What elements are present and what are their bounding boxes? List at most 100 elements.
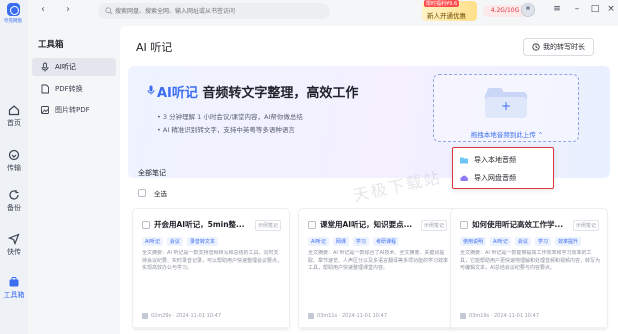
drop-zone-label[interactable]: 拖拽本地音频到此上传 ⌃ xyxy=(434,129,580,139)
microphone-icon xyxy=(147,85,155,95)
close-button[interactable]: × xyxy=(606,4,616,14)
nav-fast-send-label: 快传 xyxy=(7,248,21,256)
hero-bullet: • AI 精准识别转文字，支持中英粤等多语种语言 xyxy=(157,126,295,134)
nav-fast-send[interactable]: 快传 xyxy=(0,233,28,257)
top-bar: ‹ › 限时福利¥9.6 新人开通优惠 4.2G/10G ≡ – □ × xyxy=(28,0,618,26)
import-cloud-audio-item[interactable]: 导入网盘音频 xyxy=(459,170,549,186)
note-status: 示例笔记 xyxy=(572,220,599,231)
note-tag: 会议 xyxy=(514,237,531,246)
toolbox-item-ai-listen[interactable]: AI听记 xyxy=(32,58,116,76)
app-logo[interactable]: 夸克网盘 xyxy=(2,3,24,24)
toolbox-item-label: AI听记 xyxy=(55,63,76,71)
select-all-label: 全选 xyxy=(154,190,167,198)
maximize-button[interactable]: □ xyxy=(590,4,600,14)
app-logo-text: 夸克网盘 xyxy=(3,18,23,24)
note-checkbox[interactable] xyxy=(142,221,150,229)
duration-button-label: 我的转写时长 xyxy=(543,43,585,51)
quark-logo-icon xyxy=(6,3,20,16)
note-title: 如何使用听记高效工作学... xyxy=(472,220,564,229)
close-icon: × xyxy=(607,4,615,14)
nav-transfer-label: 传输 xyxy=(7,164,21,172)
nav-transfer[interactable]: 传输 xyxy=(0,149,28,173)
maximize-icon: □ xyxy=(590,4,600,14)
notes-section-title: 全部笔记 xyxy=(138,169,166,177)
note-status: 示例笔记 xyxy=(420,220,447,231)
image-pdf-icon xyxy=(41,106,49,114)
select-all[interactable]: 全选 xyxy=(138,188,167,198)
menu-button[interactable]: ≡ xyxy=(552,4,562,14)
promo-banner[interactable]: 限时福利¥9.6 新人开通优惠 xyxy=(422,0,477,21)
note-card[interactable]: 如何使用听记高效工作学... 示例笔记 使用说明 AI听记 会议 学习 效率提升… xyxy=(450,208,608,330)
chevron-left-icon: ‹ xyxy=(41,4,45,15)
note-card[interactable]: 开会用AI听记，5min整... 示例笔记 AI听记 会议 录音转文本 全文摘要… xyxy=(132,208,290,330)
note-title: 开会用AI听记，5min整... xyxy=(154,220,245,229)
menu-icon: ≡ xyxy=(553,4,561,14)
nav-backup-label: 备份 xyxy=(7,204,21,212)
note-summary: 全文摘要：AI 听记是一款能够提高工作效率和学习效率的工具，它能帮助用户更快速地… xyxy=(460,250,600,271)
search-input[interactable] xyxy=(98,3,330,19)
duration-button[interactable]: 我的转写时长 xyxy=(523,38,594,56)
card-divider xyxy=(299,327,455,329)
search-icon xyxy=(105,7,113,15)
hero-headline: AI听记 音频转文字整理，高效工作 xyxy=(157,82,358,101)
note-tag: 会议 xyxy=(166,237,183,246)
local-audio-icon xyxy=(460,157,468,164)
import-local-audio-label: 导入本地音频 xyxy=(474,156,516,164)
select-all-checkbox[interactable] xyxy=(138,189,146,197)
nav-toolbox-label: 工具箱 xyxy=(3,291,25,299)
note-tag: 考研课程 xyxy=(372,237,399,246)
note-checkbox[interactable] xyxy=(460,221,468,229)
toolbox-item-label: PDF转换 xyxy=(55,85,83,93)
promo-text: 新人开通优惠 xyxy=(427,12,466,20)
note-meta-text: 03m19s · 2024-11-01 10:47 xyxy=(469,313,540,319)
forward-button[interactable]: › xyxy=(62,4,74,16)
note-tags: AI听记 网课 学习 考研课程 xyxy=(308,237,399,246)
note-tag: 学习 xyxy=(352,237,369,246)
nav-toolbox[interactable]: 工具箱 xyxy=(0,276,28,300)
hero-bullet: • 3 分钟理解 1 小时会议/课堂内容，AI帮你做总结 xyxy=(157,113,303,121)
hero-headline-rest: 音频转文字整理，高效工作 xyxy=(197,86,359,101)
toolbox-item-image-to-pdf[interactable]: 图片转PDF xyxy=(32,101,116,119)
note-summary: 全文摘要：AI 听记是一款支持音频转写和总结的工具，同时支持会议纪要、实时录音记… xyxy=(142,250,282,271)
clock-icon xyxy=(532,43,540,51)
back-button[interactable]: ‹ xyxy=(37,4,49,16)
toolbox-title: 工具箱 xyxy=(38,40,64,50)
card-divider xyxy=(133,327,289,329)
minimize-button[interactable]: – xyxy=(572,4,582,14)
minimize-icon: – xyxy=(574,4,580,14)
toolbox-item-label: 图片转PDF xyxy=(55,106,90,114)
pdf-icon xyxy=(41,84,49,94)
note-title: 课堂用AI听记，知识要点... xyxy=(320,220,412,229)
audio-file-icon xyxy=(460,313,466,319)
upload-drop-zone[interactable]: + 拖拽本地音频到此上传 ⌃ xyxy=(433,74,579,142)
toolbox-icon xyxy=(9,277,19,287)
note-tags: 使用说明 AI听记 会议 学习 效率提升 xyxy=(460,237,581,246)
note-tag: 使用说明 xyxy=(460,237,487,246)
promo-tag: 限时福利¥9.6 xyxy=(424,0,460,7)
note-tag: 录音转文本 xyxy=(186,237,218,246)
note-checkbox[interactable] xyxy=(308,221,316,229)
note-card[interactable]: 课堂用AI听记，知识要点... 示例笔记 AI听记 网课 学习 考研课程 全文摘… xyxy=(298,208,456,330)
folder-upload-icon: + xyxy=(485,88,527,118)
audio-file-icon xyxy=(142,313,148,319)
nav-backup[interactable]: 备份 xyxy=(0,189,28,213)
note-tag: 效率提升 xyxy=(554,237,581,246)
hero-headline-ai: AI听记 xyxy=(157,86,198,101)
note-tag: 网课 xyxy=(332,237,349,246)
chevron-right-icon: › xyxy=(66,4,70,15)
audio-file-icon xyxy=(308,313,314,319)
nav-home[interactable]: 首页 xyxy=(0,104,28,128)
import-cloud-audio-label: 导入网盘音频 xyxy=(474,174,516,182)
left-nav: 夸克网盘 首页 传输 备份 快传 工具箱 xyxy=(0,0,28,334)
note-tag: AI听记 xyxy=(308,237,329,246)
import-local-audio-item[interactable]: 导入本地音频 xyxy=(459,152,549,168)
note-tag: AI听记 xyxy=(142,237,163,246)
avatar[interactable] xyxy=(521,3,535,17)
page-title: AI 听记 xyxy=(136,41,173,54)
note-meta-text: 02m29s · 2024-11-01 10:47 xyxy=(151,313,222,319)
note-status: 示例笔记 xyxy=(254,220,281,231)
note-tags: AI听记 会议 录音转文本 xyxy=(142,237,218,246)
note-tag: AI听记 xyxy=(490,237,511,246)
note-tag: 学习 xyxy=(534,237,551,246)
toolbox-item-pdf-convert[interactable]: PDF转换 xyxy=(32,80,116,98)
